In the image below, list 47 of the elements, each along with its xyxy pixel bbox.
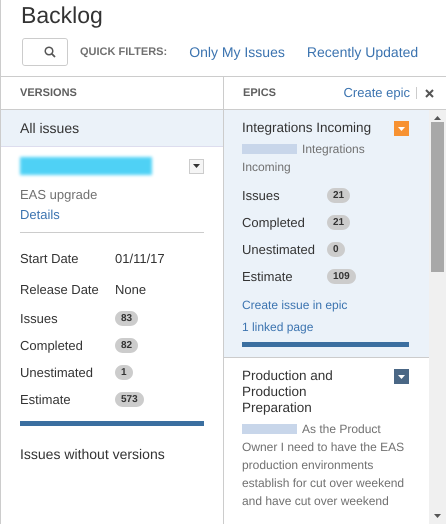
stat-label: Unestimated	[242, 242, 316, 257]
count-badge: 0	[327, 242, 345, 257]
scroll-down-icon[interactable]	[434, 514, 441, 518]
details-link[interactable]: Details	[20, 207, 60, 222]
epic-card[interactable]: Integrations Incoming Integrations Incoming Issues 21 Completed 21 Unestimated 0 Estimate 109 Create issue in epic 1 linked page	[224, 110, 429, 358]
epics-heading: EPICS	[243, 87, 276, 99]
epic-name: Integrations Incoming	[242, 120, 372, 136]
versions-heading: VERSIONS	[20, 87, 77, 99]
epic-name: Production and Production Preparation	[242, 368, 334, 416]
caret-icon	[398, 374, 405, 378]
epic-color-dropdown[interactable]	[394, 121, 409, 136]
stat-label: Issues	[20, 311, 59, 326]
dropdown-button[interactable]	[189, 158, 204, 174]
search-field[interactable]	[22, 38, 68, 66]
date-value: 01/11/17	[115, 251, 165, 266]
search-icon	[44, 46, 56, 58]
quick-filter-link[interactable]: Recently Updated	[306, 44, 418, 60]
count-badge: 1	[115, 365, 133, 380]
stat-label: Completed	[242, 215, 306, 230]
count-badge: 83	[115, 311, 138, 326]
count-badge: 109	[327, 269, 356, 284]
all-issues-item[interactable]: All issues	[1, 110, 223, 147]
stat-label: Estimate	[242, 269, 294, 284]
count-badge: 573	[115, 392, 144, 407]
scrollbar[interactable]	[429, 110, 446, 524]
count-badge: 82	[115, 338, 138, 353]
quick-filters-label: QUICK FILTERS:	[80, 46, 168, 58]
scroll-up-icon[interactable]	[434, 116, 441, 120]
stat-label: Unestimated	[20, 365, 94, 380]
stat-label: Estimate	[20, 392, 72, 407]
page-title: Backlog	[20, 1, 104, 29]
quick-filter-link[interactable]: Only My Issues	[189, 44, 285, 60]
epic-link[interactable]: 1 linked page	[242, 320, 409, 334]
stat-label: Completed	[20, 338, 84, 353]
create-epic-link[interactable]: Create epic	[344, 87, 417, 99]
caret-icon	[193, 164, 200, 168]
count-badge: 21	[327, 215, 350, 230]
date-label: Start Date	[20, 251, 80, 266]
caret-icon	[398, 126, 405, 130]
date-value: None	[115, 282, 146, 297]
epic-color-dropdown[interactable]	[394, 369, 409, 384]
version-description: EAS upgrade	[20, 187, 98, 202]
stat-label: Issues	[242, 188, 281, 203]
close-icon[interactable]	[425, 88, 434, 98]
epic-link[interactable]: Create issue in epic	[242, 298, 409, 312]
date-label: Release Date	[20, 282, 100, 297]
count-badge: 21	[327, 188, 350, 203]
